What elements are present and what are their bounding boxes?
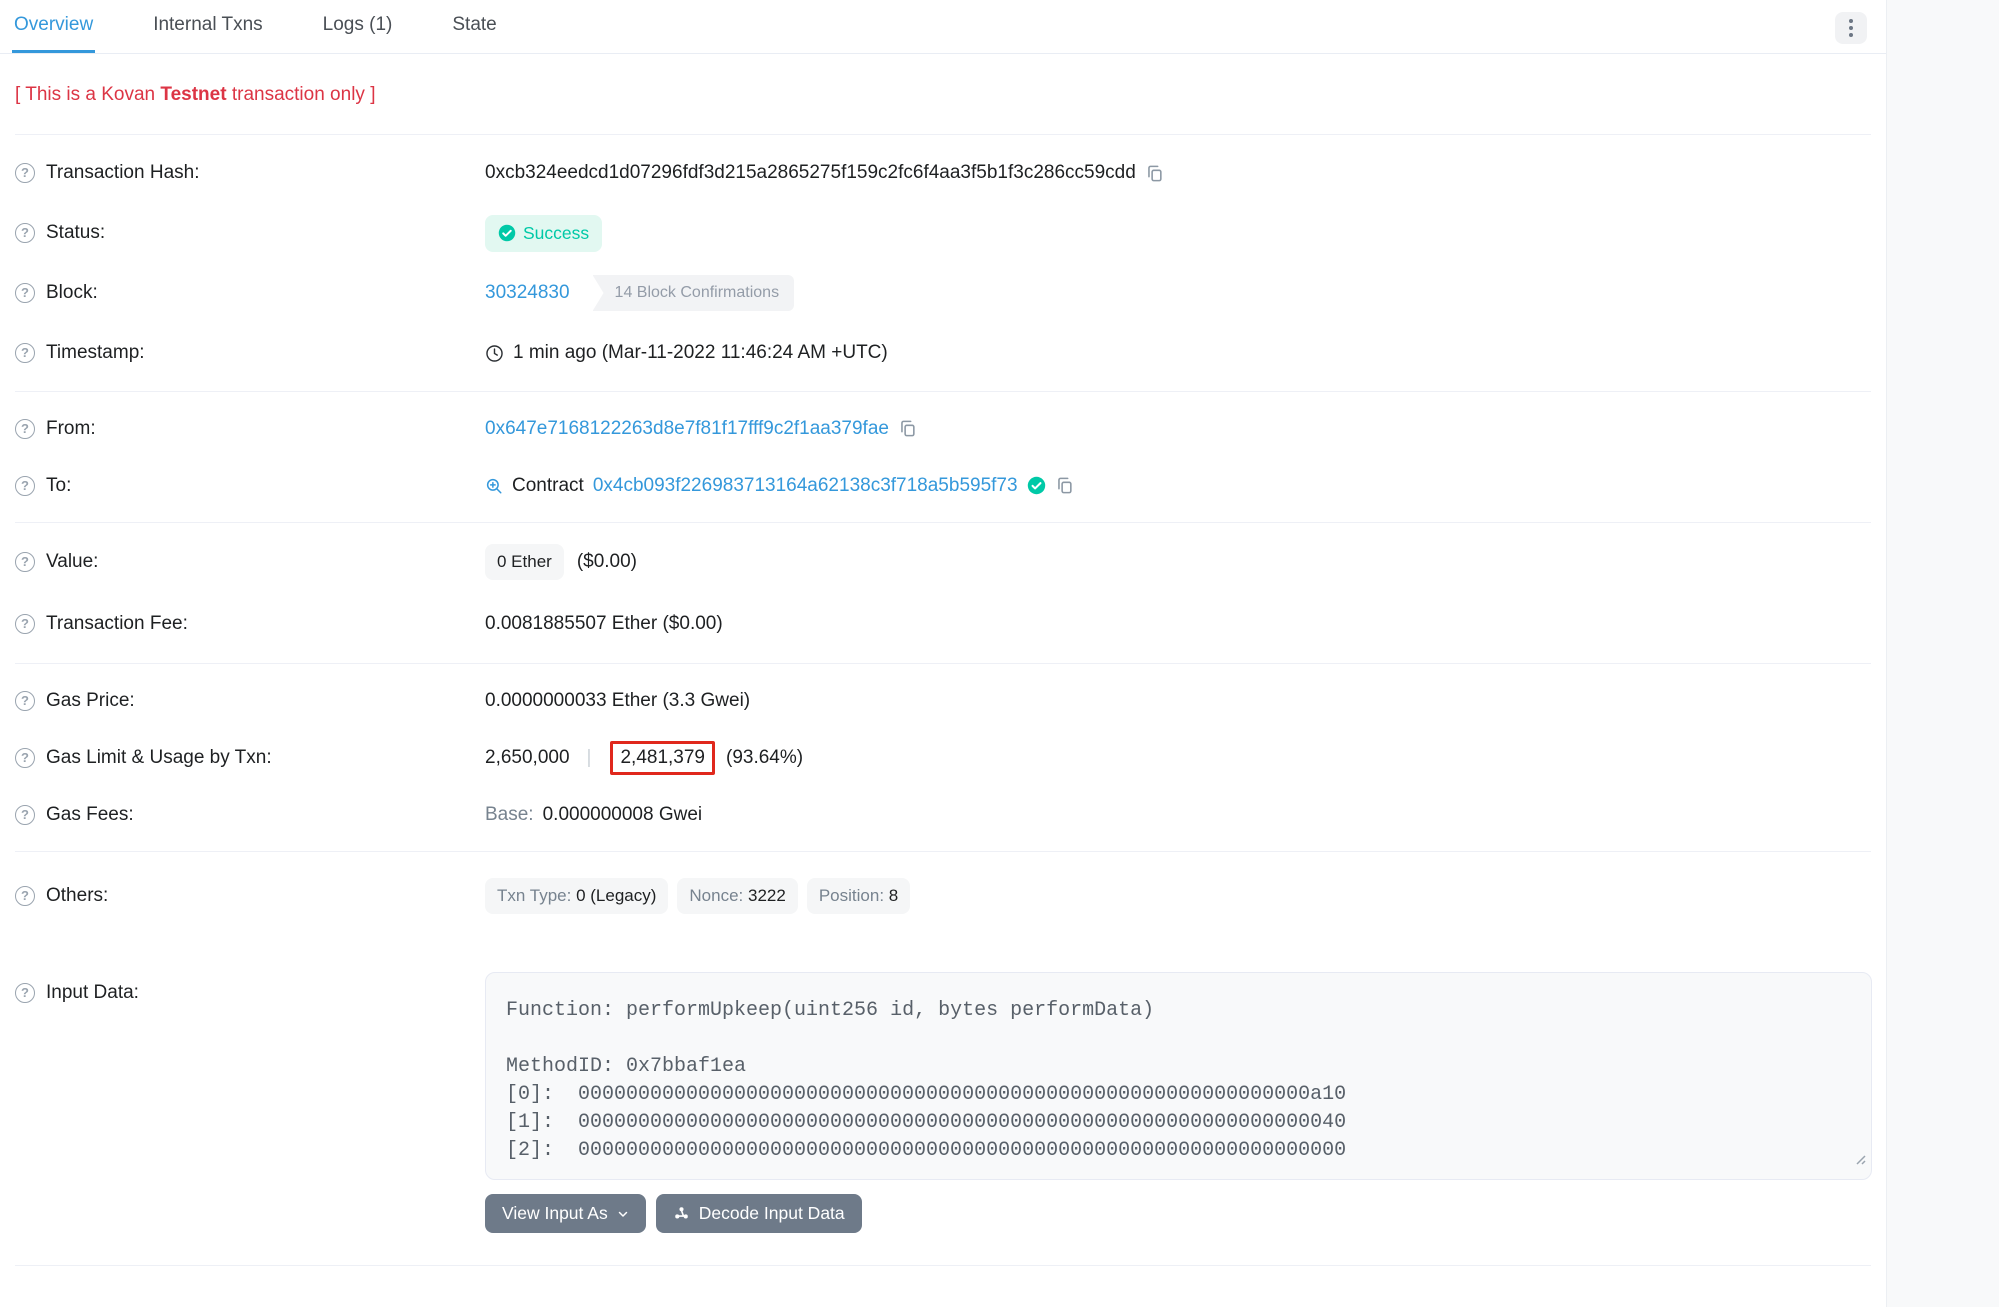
row-to: ? To: Contract 0x4cb093f226983713164a621… (0, 457, 1886, 514)
testnet-warning: [ This is a Kovan Testnet transaction on… (0, 54, 1886, 106)
input-data-method-line: MethodID: 0x7bbaf1ea (506, 1053, 1851, 1081)
input-data-function-line: Function: performUpkeep(uint256 id, byte… (506, 997, 1851, 1025)
transaction-details-card: Overview Internal Txns Logs (1) State [ … (0, 0, 1887, 1307)
gas-used-value: 2,481,379 (620, 747, 705, 768)
input-data-actions: View Input As Decode Input Data (485, 1194, 1886, 1233)
decode-icon (673, 1205, 690, 1222)
annotation-red-box: 2,481,379 (610, 741, 715, 775)
gas-price-value: 0.0000000033 Ether (3.3 Gwei) (485, 690, 750, 712)
tab-logs[interactable]: Logs (1) (321, 0, 395, 53)
help-icon: ? (15, 748, 35, 768)
kebab-menu-button[interactable] (1835, 12, 1867, 44)
row-others: ? Others: Txn Type: 0 (Legacy) Nonce: 32… (0, 866, 1886, 926)
copy-icon[interactable] (898, 419, 917, 438)
input-data-word: [1]:000000000000000000000000000000000000… (506, 1109, 1851, 1137)
help-icon: ? (15, 805, 35, 825)
resize-handle-icon[interactable] (1853, 1147, 1866, 1175)
row-input-data: ? Input Data: Function: performUpkeep(ui… (0, 972, 1886, 1180)
status-badge: Success (485, 215, 602, 252)
clock-icon (485, 344, 504, 363)
help-icon: ? (15, 343, 35, 363)
help-icon: ? (15, 552, 35, 572)
view-input-as-button[interactable]: View Input As (485, 1194, 646, 1233)
field-label: Status: (46, 222, 105, 244)
help-icon: ? (15, 419, 35, 439)
to-contract-label: Contract (512, 475, 584, 497)
row-gas-limit-usage: ? Gas Limit & Usage by Txn: 2,650,000 | … (0, 729, 1886, 786)
help-icon: ? (15, 983, 35, 1003)
warning-emphasis: Testnet (160, 84, 226, 105)
field-label: Block: (46, 282, 98, 304)
help-icon: ? (15, 691, 35, 711)
field-label: Timestamp: (46, 342, 145, 364)
field-label: To: (46, 475, 71, 497)
help-icon: ? (15, 283, 35, 303)
ether-value-badge: 0 Ether (485, 544, 564, 580)
input-data-word: [2]:000000000000000000000000000000000000… (506, 1137, 1851, 1165)
field-label: Transaction Fee: (46, 613, 188, 635)
tab-overview[interactable]: Overview (12, 0, 95, 53)
help-icon: ? (15, 223, 35, 243)
block-number-link[interactable]: 30324830 (485, 282, 570, 304)
zoom-in-icon[interactable] (485, 477, 503, 495)
field-label: Others: (46, 885, 108, 907)
txn-type-badge: Txn Type: 0 (Legacy) (485, 878, 668, 914)
row-block: ? Block: 30324830 14 Block Confirmations (0, 263, 1886, 323)
field-label: Gas Fees: (46, 804, 134, 826)
usd-value: ($0.00) (577, 551, 637, 573)
warning-prefix: [ This is a Kovan (15, 84, 160, 105)
help-icon: ? (15, 476, 35, 496)
help-icon: ? (15, 886, 35, 906)
pipe-separator: | (587, 747, 592, 769)
tab-internal-txns[interactable]: Internal Txns (151, 0, 264, 53)
block-confirmations-badge: 14 Block Confirmations (593, 275, 795, 311)
row-gas-fees: ? Gas Fees: Base: 0.000000008 Gwei (0, 786, 1886, 843)
divider (15, 1265, 1871, 1266)
kebab-icon (1849, 19, 1853, 23)
verified-check-icon (1027, 476, 1046, 495)
row-status: ? Status: Success (0, 203, 1886, 263)
base-fee-value: 0.000000008 Gwei (543, 804, 703, 826)
field-label: Value: (46, 551, 98, 573)
row-from: ? From: 0x647e7168122263d8e7f81f17fff9c2… (0, 400, 1886, 457)
field-label: Gas Limit & Usage by Txn: (46, 747, 272, 769)
help-icon: ? (15, 614, 35, 634)
gas-used-percent: (93.64%) (726, 747, 803, 769)
chevron-down-icon (617, 1208, 629, 1220)
status-text: Success (523, 223, 589, 244)
row-value: ? Value: 0 Ether ($0.00) (0, 531, 1886, 593)
help-icon: ? (15, 163, 35, 183)
to-address-link[interactable]: 0x4cb093f226983713164a62138c3f718a5b595f… (593, 475, 1018, 497)
check-circle-icon (498, 224, 516, 242)
from-address-link[interactable]: 0x647e7168122263d8e7f81f17fff9c2f1aa379f… (485, 418, 889, 440)
gas-limit-value: 2,650,000 (485, 747, 570, 769)
copy-icon[interactable] (1055, 476, 1074, 495)
nonce-badge: Nonce: 3222 (677, 878, 797, 914)
row-transaction-hash: ? Transaction Hash: 0xcb324eedcd1d07296f… (0, 143, 1886, 203)
warning-suffix: transaction only ] (227, 84, 376, 105)
transaction-hash-value: 0xcb324eedcd1d07296fdf3d215a2865275f159c… (485, 162, 1136, 184)
row-gas-price: ? Gas Price: 0.0000000033 Ether (3.3 Gwe… (0, 672, 1886, 729)
field-label: Input Data: (46, 982, 139, 1004)
field-label: From: (46, 418, 96, 440)
transaction-fee-value: 0.0081885507 Ether ($0.00) (485, 613, 723, 635)
timestamp-value: 1 min ago (Mar-11-2022 11:46:24 AM +UTC) (513, 342, 888, 364)
tab-state[interactable]: State (450, 0, 498, 53)
row-transaction-fee: ? Transaction Fee: 0.0081885507 Ether ($… (0, 593, 1886, 655)
field-label: Transaction Hash: (46, 162, 199, 184)
row-timestamp: ? Timestamp: 1 min ago (Mar-11-2022 11:4… (0, 323, 1886, 383)
copy-icon[interactable] (1145, 164, 1164, 183)
position-badge: Position: 8 (807, 878, 910, 914)
field-label: Gas Price: (46, 690, 135, 712)
input-data-word: [0]:000000000000000000000000000000000000… (506, 1081, 1851, 1109)
tab-bar: Overview Internal Txns Logs (1) State (0, 0, 1886, 54)
base-fee-label: Base: (485, 804, 534, 826)
input-data-textarea[interactable]: Function: performUpkeep(uint256 id, byte… (485, 972, 1872, 1180)
decode-input-data-button[interactable]: Decode Input Data (656, 1194, 862, 1233)
